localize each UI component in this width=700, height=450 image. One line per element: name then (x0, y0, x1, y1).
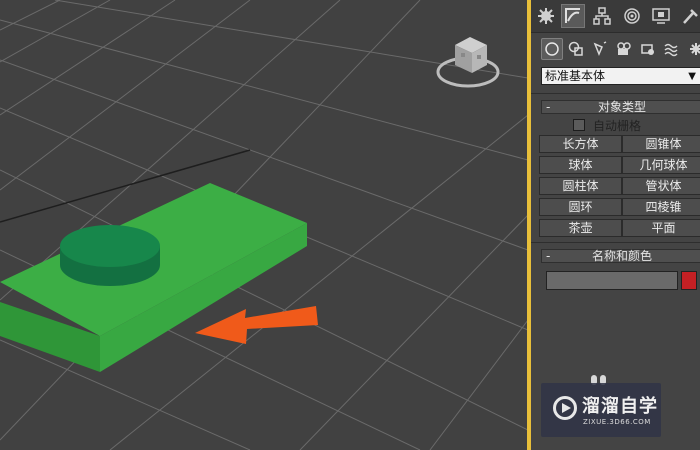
create-tab-icon[interactable] (534, 4, 558, 28)
helpers-icon[interactable] (637, 38, 659, 60)
object-type-rollout-header[interactable]: - 对象类型 (541, 100, 700, 114)
command-panel-tabs (531, 0, 700, 33)
systems-icon[interactable] (685, 38, 700, 60)
green-cylinder[interactable] (60, 225, 160, 286)
display-tab-icon[interactable] (649, 4, 673, 28)
object-name-input[interactable] (546, 271, 678, 290)
watermark-title: 溜溜自学 (582, 396, 658, 417)
shapes-icon[interactable] (565, 38, 587, 60)
sphere-button[interactable]: 球体 (539, 156, 622, 174)
plane-button[interactable]: 平面 (622, 219, 700, 237)
spacewarps-icon[interactable] (661, 38, 683, 60)
box-button[interactable]: 长方体 (539, 135, 622, 153)
pyramid-button[interactable]: 四棱锥 (622, 198, 700, 216)
watermark-logo: 溜溜自学 ZIXUE.3D66.COM (541, 383, 661, 437)
lights-icon[interactable] (589, 38, 611, 60)
utilities-tab-icon[interactable] (678, 4, 700, 28)
geometry-icon[interactable] (541, 38, 563, 60)
chevron-down-icon: ▼ (688, 71, 696, 82)
play-logo-icon (553, 396, 577, 420)
watermark-subtitle: ZIXUE.3D66.COM (583, 418, 651, 426)
cylinder-button[interactable]: 圆柱体 (539, 177, 622, 195)
grid-line (0, 0, 61, 31)
viewport-scene (0, 0, 528, 450)
panel-divider (531, 93, 700, 94)
green-box[interactable] (0, 183, 307, 372)
name-color-rollout-header[interactable]: - 名称和颜色 (541, 249, 700, 263)
create-subtabs (531, 36, 700, 62)
autogrid-option[interactable]: 自动栅格 (573, 117, 641, 133)
panel-divider (531, 242, 700, 243)
torus-button[interactable]: 圆环 (539, 198, 622, 216)
teapot-button[interactable]: 茶壶 (539, 219, 622, 237)
grid-line (299, 214, 528, 450)
autogrid-label: 自动栅格 (593, 118, 642, 133)
view-cube-icon[interactable] (436, 37, 500, 88)
autogrid-checkbox[interactable] (573, 119, 585, 131)
perspective-viewport[interactable] (0, 0, 528, 450)
geosphere-button[interactable]: 几何球体 (622, 156, 700, 174)
motion-tab-icon[interactable] (620, 4, 644, 28)
cone-button[interactable]: 圆锥体 (622, 135, 700, 153)
grid-line (54, 0, 528, 79)
tube-button[interactable]: 管状体 (622, 177, 700, 195)
category-dropdown[interactable]: 标准基本体 ▼ (541, 67, 700, 85)
category-dropdown-value: 标准基本体 (545, 69, 606, 83)
orange-arrow-icon (195, 306, 318, 344)
cameras-icon[interactable] (613, 38, 635, 60)
rollout-title: 对象类型 (597, 100, 646, 114)
grid-line (0, 19, 528, 161)
object-color-swatch[interactable] (681, 271, 697, 290)
rollout-title: 名称和颜色 (591, 249, 652, 263)
cylinder-top (60, 225, 160, 267)
grid-line (429, 319, 528, 450)
hierarchy-tab-icon[interactable] (590, 4, 614, 28)
modify-tab-icon[interactable] (561, 4, 585, 28)
grid-line (0, 0, 111, 63)
